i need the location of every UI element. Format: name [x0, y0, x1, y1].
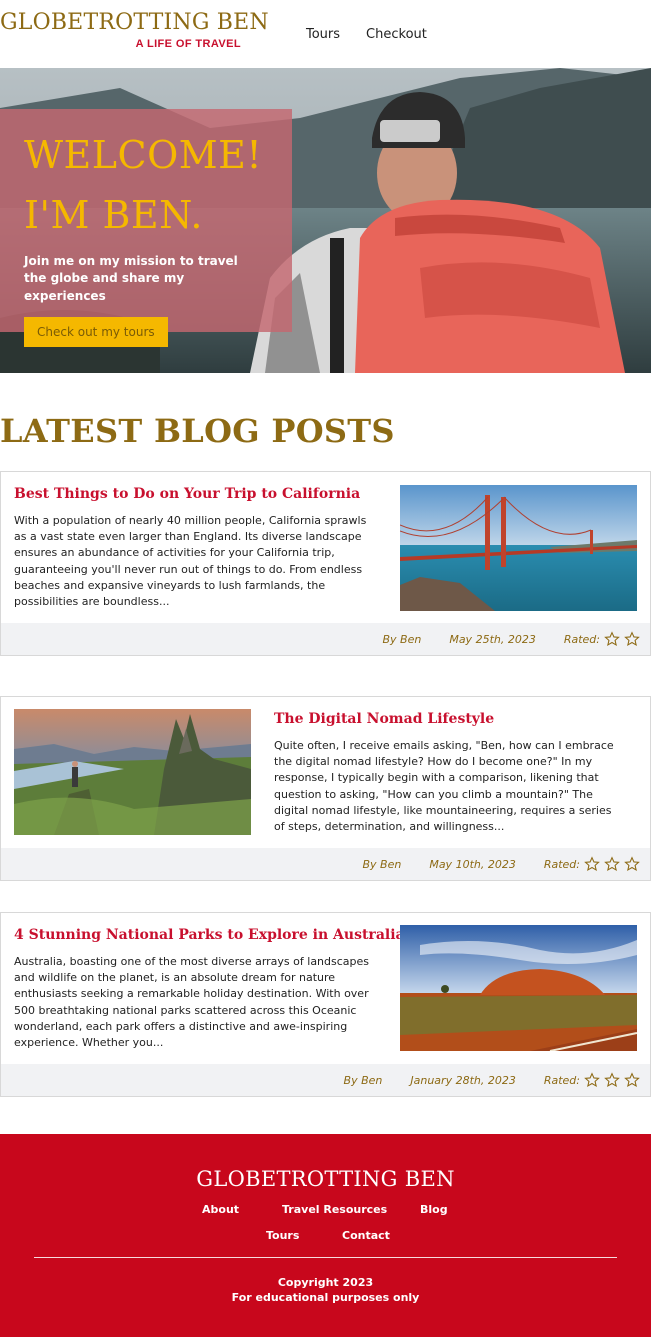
- post-date: May 10th, 2023: [429, 857, 516, 871]
- blog-post-card: Best Things to Do on Your Trip to Califo…: [0, 471, 651, 656]
- post-excerpt: Australia, boasting one of the most dive…: [14, 955, 370, 1050]
- star-outline-icon[interactable]: [624, 856, 640, 872]
- star-outline-icon[interactable]: [584, 856, 600, 872]
- blog-post-card: The Digital Nomad Lifestyle Quite often,…: [0, 696, 651, 881]
- post-author: By Ben: [362, 857, 402, 871]
- hero-subtitle: Join me on my mission to travel the glob…: [24, 254, 238, 303]
- post-meta-bar: By Ben January 28th, 2023 Rated:: [1, 1064, 650, 1096]
- site-tagline: A LIFE OF TRAVEL: [135, 38, 241, 50]
- hero-heading-line2: I'M BEN.: [24, 193, 204, 238]
- footer-title: GLOBETROTTING BEN: [196, 1167, 455, 1191]
- star-outline-icon[interactable]: [584, 1072, 600, 1088]
- rated-label: Rated:: [543, 1073, 580, 1087]
- educational-note: For educational purposes only: [231, 1291, 420, 1304]
- star-outline-icon[interactable]: [624, 1072, 640, 1088]
- star-outline-icon[interactable]: [604, 1072, 620, 1088]
- post-meta-bar: By Ben May 25th, 2023 Rated:: [1, 623, 650, 655]
- post-title[interactable]: Best Things to Do on Your Trip to Califo…: [14, 486, 360, 502]
- post-rating: Rated:: [564, 631, 640, 647]
- post-rating: Rated:: [544, 1072, 640, 1088]
- footer-link-about[interactable]: About: [202, 1203, 239, 1216]
- footer-copyright: Copyright 2023 For educational purposes …: [0, 1275, 651, 1305]
- post-author: By Ben: [382, 632, 422, 646]
- post-excerpt: Quite often, I receive emails asking, "B…: [274, 739, 614, 834]
- post-title[interactable]: The Digital Nomad Lifestyle: [274, 711, 494, 727]
- footer-link-contact[interactable]: Contact: [342, 1229, 390, 1242]
- copyright-text: Copyright 2023: [277, 1276, 374, 1289]
- blog-post-card: 4 Stunning National Parks to Explore in …: [0, 912, 651, 1097]
- post-author: By Ben: [343, 1073, 383, 1087]
- footer-divider: [34, 1257, 617, 1258]
- post-excerpt: With a population of nearly 40 million p…: [14, 514, 367, 609]
- footer-link-travel-resources[interactable]: Travel Resources: [282, 1203, 387, 1216]
- rated-label: Rated:: [563, 632, 600, 646]
- footer-link-tours[interactable]: Tours: [266, 1229, 299, 1242]
- star-outline-icon[interactable]: [604, 631, 620, 647]
- site-title[interactable]: GLOBETROTTING BEN: [0, 10, 269, 35]
- nav-link-checkout[interactable]: Checkout: [366, 27, 427, 42]
- mountain-hiker-photo[interactable]: [14, 709, 251, 835]
- main-nav: Tours Checkout: [306, 27, 427, 42]
- hero-heading-line1: WELCOME!: [24, 133, 263, 177]
- site-footer: GLOBETROTTING BEN About Travel Resources…: [0, 1134, 651, 1337]
- star-outline-icon[interactable]: [604, 856, 620, 872]
- post-date: May 25th, 2023: [449, 632, 536, 646]
- brand-logo[interactable]: GLOBETROTTING BEN A LIFE OF TRAVEL: [0, 10, 269, 50]
- rated-label: Rated:: [543, 857, 580, 871]
- uluru-outback-photo[interactable]: [400, 925, 637, 1051]
- hero-banner: WELCOME! I'M BEN. Join me on my mission …: [0, 68, 651, 373]
- latest-blog-posts-heading: LATEST BLOG POSTS: [0, 412, 395, 450]
- hero-welcome-panel: WELCOME! I'M BEN. Join me on my mission …: [0, 109, 292, 348]
- nav-link-tours[interactable]: Tours: [306, 27, 340, 42]
- footer-link-blog[interactable]: Blog: [420, 1203, 448, 1216]
- site-header: GLOBETROTTING BEN A LIFE OF TRAVEL Tours…: [0, 0, 651, 68]
- star-outline-icon[interactable]: [624, 631, 640, 647]
- post-date: January 28th, 2023: [410, 1073, 516, 1087]
- post-meta-bar: By Ben May 10th, 2023 Rated:: [1, 848, 650, 880]
- check-out-tours-button[interactable]: Check out my tours: [24, 317, 168, 348]
- post-title[interactable]: 4 Stunning National Parks to Explore in …: [14, 927, 405, 943]
- golden-gate-bridge-photo[interactable]: [400, 485, 637, 611]
- post-rating: Rated:: [544, 856, 640, 872]
